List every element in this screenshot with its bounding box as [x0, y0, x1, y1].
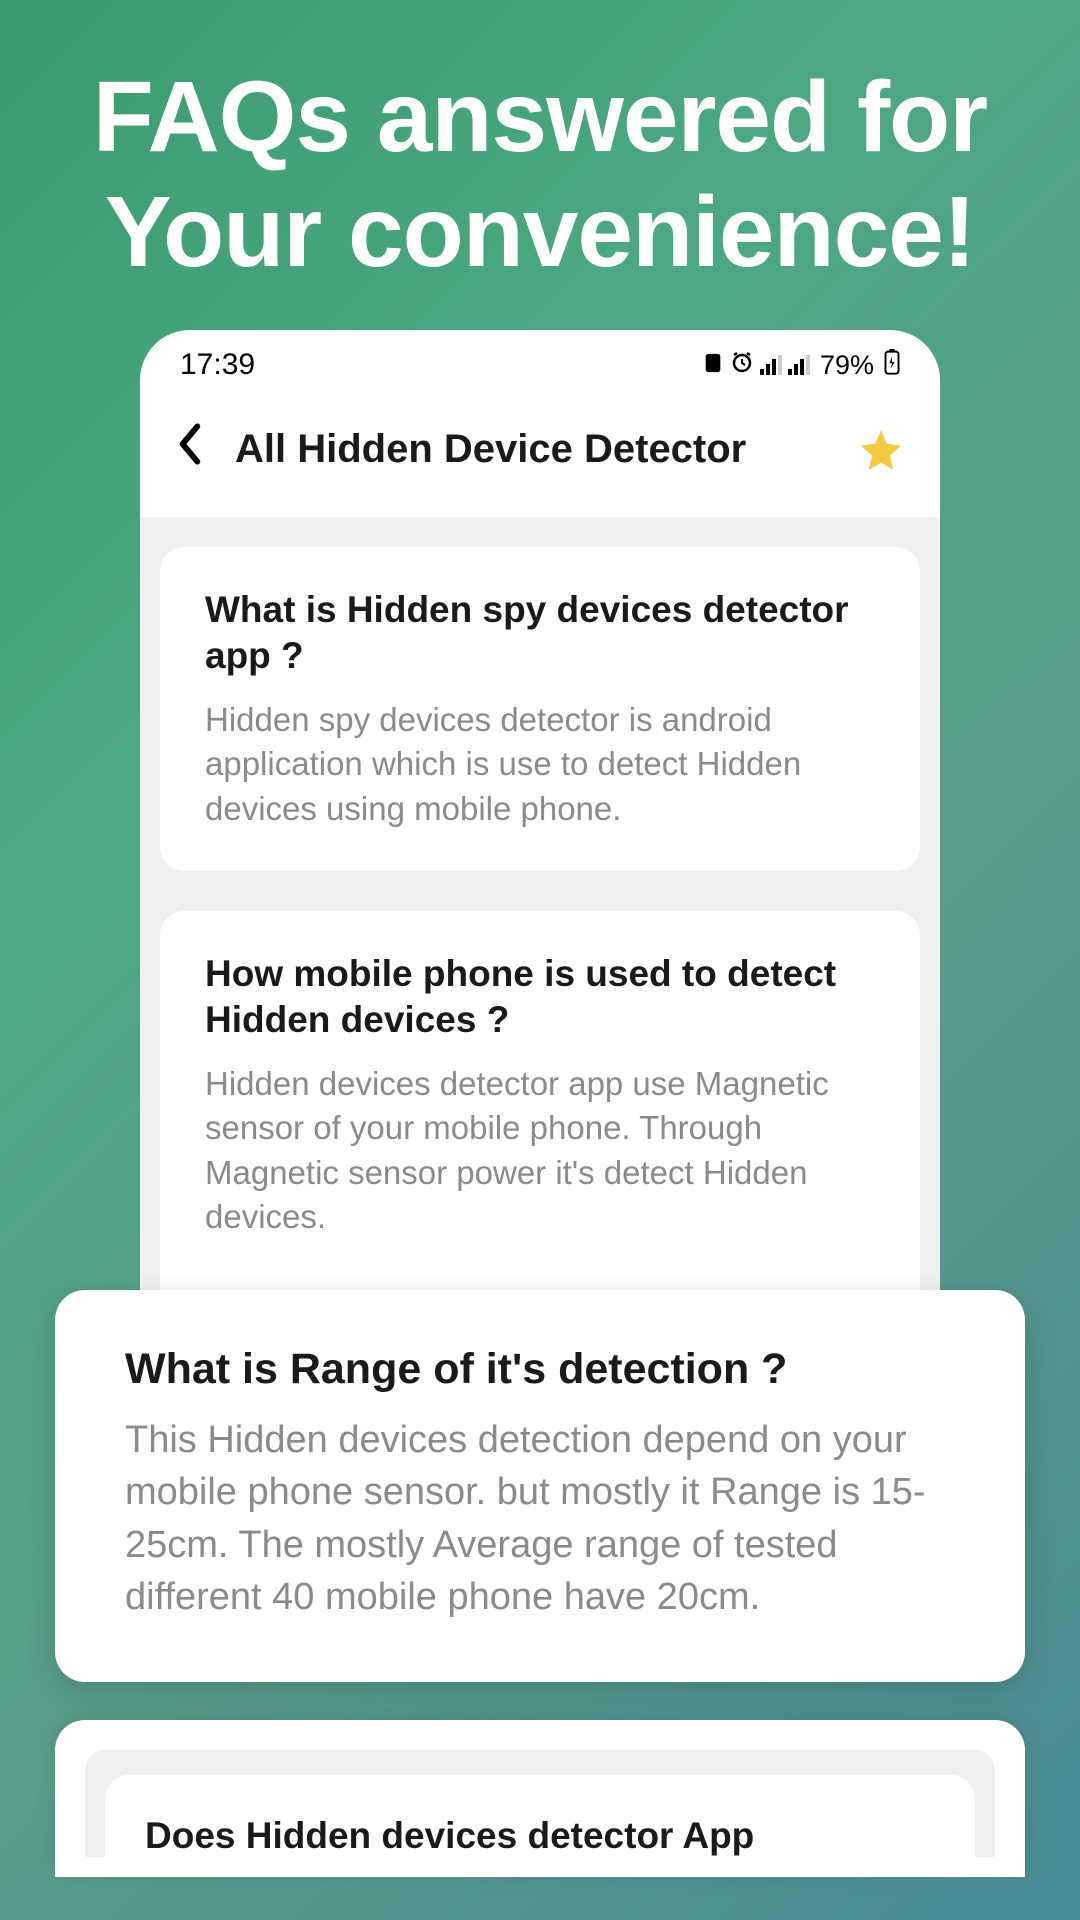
status-icons [702, 350, 810, 381]
alarm-icon [730, 350, 754, 381]
faq-question: What is Range of it's detection ? [125, 1345, 955, 1394]
app-header: All Hidden Device Detector [140, 392, 940, 517]
battery-text: 79% [820, 350, 874, 381]
hero-title: FAQs answered for Your convenience! [0, 0, 1080, 330]
faq-card[interactable]: Does Hidden devices detector App [105, 1775, 975, 1857]
faq-card-highlighted[interactable]: What is Range of it's detection ? This H… [55, 1290, 1025, 1682]
status-bar: 17:39 [140, 330, 940, 392]
faq-answer: Hidden devices detector app use Magnetic… [205, 1062, 875, 1240]
phone-frame: 17:39 [140, 330, 940, 1360]
faq-content-area[interactable]: What is Hidden spy devices detector app … [140, 517, 940, 1320]
faq-card[interactable]: What is Hidden spy devices detector app … [160, 547, 920, 871]
peek-inner: Does Hidden devices detector App [85, 1750, 995, 1857]
status-right: 79% [702, 349, 900, 382]
back-button[interactable] [175, 422, 205, 477]
faq-question: What is Hidden spy devices detector app … [205, 587, 875, 680]
signal-icon-2 [788, 355, 810, 375]
page-title: All Hidden Device Detector [235, 427, 827, 472]
status-time: 17:39 [180, 348, 255, 382]
faq-answer: This Hidden devices detection depend on … [125, 1414, 955, 1624]
signal-icon-1 [760, 355, 782, 375]
star-button[interactable] [857, 426, 905, 474]
notification-icon [702, 350, 724, 381]
faq-card[interactable]: How mobile phone is used to detect Hidde… [160, 911, 920, 1320]
faq-question: Does Hidden devices detector App [145, 1815, 935, 1857]
faq-answer: Hidden spy devices detector is android a… [205, 698, 875, 832]
battery-icon [884, 349, 900, 382]
bottom-peek-frame: Does Hidden devices detector App [55, 1720, 1025, 1877]
faq-question: How mobile phone is used to detect Hidde… [205, 951, 875, 1044]
